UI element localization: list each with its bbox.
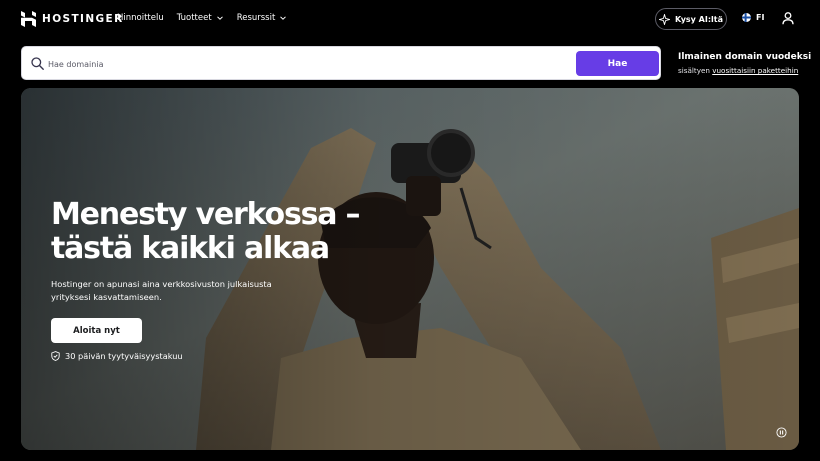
hero-description: Hostinger on apunasi aina verkkosivuston… bbox=[51, 279, 272, 302]
top-navigation: HOSTINGER Hinnoittelu Tuotteet Resurssit… bbox=[0, 0, 820, 38]
nav-link-pricing[interactable]: Hinnoittelu bbox=[117, 13, 164, 23]
brand-logo[interactable]: HOSTINGER bbox=[21, 11, 124, 27]
pause-icon[interactable] bbox=[776, 427, 787, 438]
ask-ai-button[interactable]: Kysy AI:ltä bbox=[655, 8, 727, 30]
nav-link-label: Hinnoittelu bbox=[117, 13, 164, 23]
brand-name: HOSTINGER bbox=[42, 13, 124, 25]
search-button[interactable]: Hae bbox=[576, 51, 659, 76]
hero-section: Menesty verkossa – tästä kaikki alkaa Ho… bbox=[21, 88, 799, 450]
chevron-down-icon bbox=[216, 16, 223, 20]
promo-link[interactable]: vuosittaisiin paketteihin bbox=[712, 66, 798, 75]
nav-links: Hinnoittelu Tuotteet Resurssit bbox=[117, 13, 287, 23]
user-icon[interactable] bbox=[782, 12, 794, 25]
free-domain-promo: Ilmainen domain vuodeksi sisältyen vuosi… bbox=[678, 52, 811, 75]
nav-link-resources[interactable]: Resurssit bbox=[237, 13, 288, 23]
guarantee-text: 30 päivän tyytyväisyystakuu bbox=[65, 351, 183, 361]
get-started-button[interactable]: Aloita nyt bbox=[51, 318, 142, 343]
nav-link-products[interactable]: Tuotteet bbox=[177, 13, 224, 23]
sparkle-icon bbox=[659, 13, 670, 25]
shield-check-icon bbox=[51, 351, 60, 361]
chevron-down-icon bbox=[280, 16, 287, 20]
promo-subtitle: sisältyen vuosittaisiin paketteihin bbox=[678, 66, 811, 75]
ask-ai-label: Kysy AI:ltä bbox=[675, 14, 723, 24]
finland-flag-icon bbox=[742, 13, 751, 22]
hero-background-image bbox=[21, 88, 799, 450]
nav-link-label: Resurssit bbox=[236, 13, 276, 23]
hero-title-line-2: tästä kaikki alkaa bbox=[51, 231, 330, 266]
domain-search-bar: Hae bbox=[21, 46, 661, 80]
search-icon bbox=[31, 57, 44, 70]
hero-title-line-1: Menesty verkossa – bbox=[51, 197, 361, 232]
language-label: FI bbox=[756, 13, 765, 22]
promo-prefix: sisältyen bbox=[678, 66, 713, 75]
language-selector[interactable]: FI bbox=[742, 13, 764, 22]
promo-title: Ilmainen domain vuodeksi bbox=[678, 52, 812, 62]
guarantee-note: 30 päivän tyytyväisyystakuu bbox=[51, 351, 183, 361]
hero-title: Menesty verkossa – tästä kaikki alkaa bbox=[51, 197, 361, 266]
hostinger-logo-icon bbox=[21, 11, 36, 27]
nav-link-label: Tuotteet bbox=[176, 13, 212, 23]
domain-search-input[interactable] bbox=[48, 55, 568, 73]
